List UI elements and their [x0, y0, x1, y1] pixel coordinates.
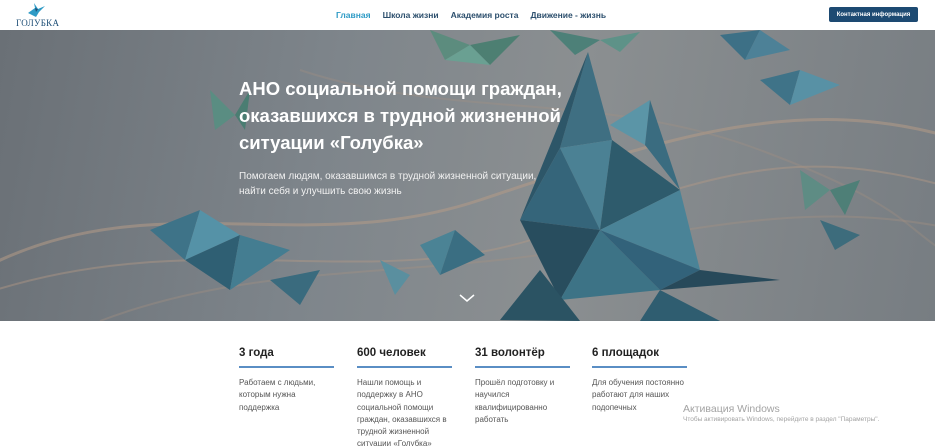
nav-item-movement-life[interactable]: Движение - жизнь — [530, 10, 606, 20]
nav-item-school-of-life[interactable]: Школа жизни — [383, 10, 439, 20]
dove-logo-icon — [28, 3, 45, 17]
nav-item-growth-academy[interactable]: Академия роста — [451, 10, 519, 20]
windows-activation-watermark: Активация Windows Чтобы активировать Win… — [683, 403, 879, 423]
watermark-title: Активация Windows — [683, 403, 780, 415]
hero-section: АНО социальной помощи граждан, оказавших… — [0, 30, 935, 321]
stat-years: 3 года Работаем с людьми, которым нужна … — [239, 347, 335, 414]
stat-description: Для обучения постоянно работают для наши… — [592, 378, 684, 412]
stat-value: 31 волонтёр — [475, 347, 545, 359]
main-nav: Главная Школа жизни Академия роста Движе… — [336, 10, 606, 20]
stat-people: 600 человек Нашли помощь и поддержку в А… — [357, 347, 453, 446]
stat-value: 3 года — [239, 347, 274, 359]
stat-divider — [239, 366, 334, 368]
stat-description: Прошёл подготовку и научился квалифициро… — [475, 378, 555, 424]
stat-description: Работаем с людьми, которым нужна поддерж… — [239, 378, 316, 412]
logo[interactable]: ГОЛУБКА — [14, 3, 60, 29]
chevron-down-icon[interactable] — [458, 292, 476, 304]
nav-item-home[interactable]: Главная — [336, 10, 371, 20]
stat-description: Нашли помощь и поддержку в АНО социально… — [357, 378, 447, 446]
stat-divider — [357, 366, 452, 368]
stat-divider — [592, 366, 687, 368]
stat-venues: 6 площадок Для обучения постоянно работа… — [592, 347, 688, 414]
contact-info-button[interactable]: Контактная информация — [829, 7, 918, 22]
stat-volunteers: 31 волонтёр Прошёл подготовку и научился… — [475, 347, 571, 426]
hero-subtitle: Помогаем людям, оказавшимся в трудной жи… — [239, 171, 537, 197]
site-header: ГОЛУБКА Главная Школа жизни Академия рос… — [0, 0, 935, 30]
watermark-subtitle: Чтобы активировать Windows, перейдите в … — [683, 416, 880, 423]
logo-text: ГОЛУБКА — [16, 18, 60, 28]
stat-divider — [475, 366, 570, 368]
hero-title: АНО социальной помощи граждан, оказавших… — [239, 78, 562, 153]
stat-value: 600 человек — [357, 347, 426, 359]
stat-value: 6 площадок — [592, 347, 660, 359]
